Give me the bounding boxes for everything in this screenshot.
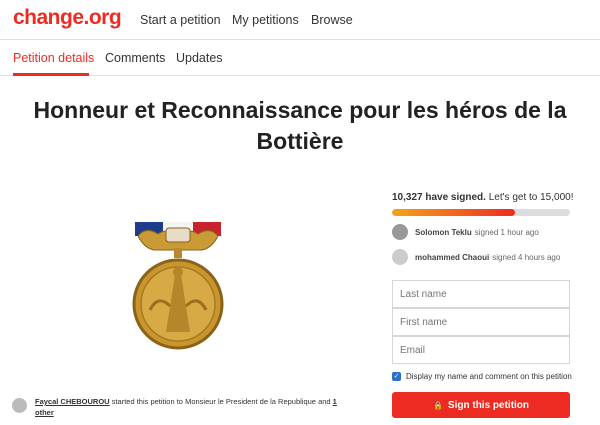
signed-count: 10,327 have signed. [392,192,486,203]
signer-name: mohammed Chaoui [415,252,490,262]
sign-petition-button[interactable]: 🔒 Sign this petition [392,392,570,418]
petition-title: Honneur et Reconnaissance pour les héros… [20,95,580,157]
display-name-label: Display my name and comment on this peti… [406,372,572,381]
recent-signer: mohammed Chaoui signed 4 hours ago [392,249,560,265]
lock-icon: 🔒 [432,400,443,410]
signature-count: 10,327 have signed. Let's get to 15,000! [392,192,573,203]
petition-title-line2: Bottière [256,128,344,154]
display-name-option[interactable]: ✓ Display my name and comment on this pe… [392,372,572,381]
nav-start-petition[interactable]: Start a petition [140,13,221,27]
active-tab-indicator [13,73,89,76]
last-name-field[interactable] [392,280,570,308]
medal-image [132,222,224,350]
progress-fill [392,209,515,216]
sign-button-label: Sign this petition [447,399,530,411]
petition-tabs: Petition details Comments Updates [0,40,600,76]
change-org-logo[interactable]: change.org [13,6,122,30]
avatar [392,249,408,265]
avatar [12,398,27,413]
top-navigation-bar: change.org Start a petition My petitions… [0,0,600,40]
display-name-checkbox[interactable]: ✓ [392,372,401,381]
petition-starter: Faycal CHEBOUROU started this petition t… [12,396,352,418]
nav-browse[interactable]: Browse [311,13,353,27]
first-name-field[interactable] [392,308,570,336]
starter-description: started this petition to Monsieur le Pre… [109,397,333,406]
petition-title-line1: Honneur et Reconnaissance pour les héros… [33,97,567,123]
signer-time: signed 4 hours ago [492,252,561,262]
avatar [392,224,408,240]
progress-bar [392,209,570,216]
recent-signer: Solomon Teklu signed 1 hour ago [392,224,539,240]
tab-petition-details[interactable]: Petition details [13,51,94,65]
tab-updates[interactable]: Updates [176,51,223,65]
starter-name-link[interactable]: Faycal CHEBOUROU [35,397,110,406]
starter-text: Faycal CHEBOUROU started this petition t… [35,396,352,418]
email-field[interactable] [392,336,570,364]
tab-comments[interactable]: Comments [105,51,165,65]
nav-my-petitions[interactable]: My petitions [232,13,299,27]
goal-text: Let's get to 15,000! [485,192,574,203]
signer-time: signed 1 hour ago [474,227,539,237]
signer-name: Solomon Teklu [415,227,472,237]
